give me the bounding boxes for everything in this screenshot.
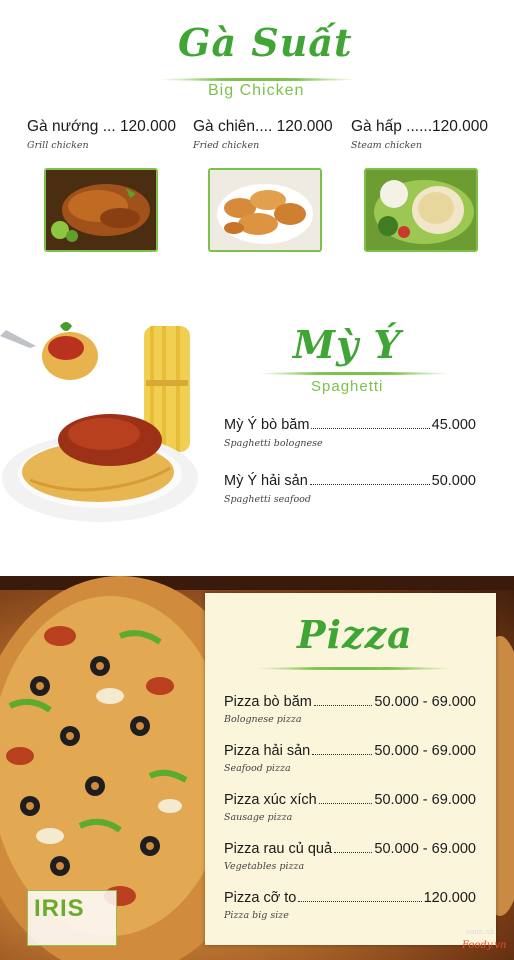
item-price: 120.000 [276,118,333,135]
item-price: 50.000 - 69.000 [374,792,476,808]
item-dots [311,427,430,429]
item-english-name: Spaghetti seafood [224,494,311,505]
item-price: 120.000 [119,118,176,135]
menu-item-bolognese-pizza: Pizza bò băm 50.000 - 69.000 Bolognese pi… [224,694,476,725]
chicken-subtitle: Big Chicken [208,82,305,99]
item-english-name: Grill chicken [27,140,89,151]
menu-item-steam-chicken: Gà hấp ......120.000 Steam chicken [351,118,511,151]
item-english-name: Steam chicken [351,140,422,151]
item-price: 50.000 - 69.000 [374,694,476,710]
menu-item-spaghetti-seafood: Mỳ Ý hải sản 50.000 Spaghetti seafood [224,473,476,505]
item-english-name: Vegetables pizza [224,861,305,872]
steam-chicken-photo [364,168,478,252]
menu-item-fried-chicken: Gà chiên.... 120.000 Fried chicken [193,118,353,151]
item-name: Pizza hải sản [224,743,311,759]
spaghetti-title-underline [258,372,450,375]
foody-watermark-logo: Foody.vn [462,940,507,951]
item-name: Gà chiên [193,118,256,135]
spaghetti-subtitle: Spaghetti [311,378,384,395]
item-dots [312,753,373,755]
item-price: 45.000 [431,417,476,433]
item-english-name: Sausage pizza [224,812,293,823]
item-name: Pizza cỡ to [224,890,297,906]
item-dots [318,802,373,804]
item-name: Mỳ Ý bò băm [224,417,310,433]
item-english-name: Bolognese pizza [224,714,302,725]
spaghetti-title: Mỳ Ý [293,322,402,367]
pizza-title-underline [256,667,452,670]
chicken-title-underline [160,78,356,81]
item-english-name: Seafood pizza [224,763,291,774]
item-price: 120.000 [423,890,476,906]
menu-item-seafood-pizza: Pizza hải sản 50.000 - 69.000 Seafood piz… [224,743,476,774]
menu-item-sausage-pizza: Pizza xúc xích 50.000 - 69.000 Sausage pi… [224,792,476,823]
item-price: 50.000 - 69.000 [374,743,476,759]
item-dots [298,900,422,902]
item-dots: .... [255,118,273,135]
item-dots [334,851,373,853]
item-dots [313,704,373,706]
fried-chicken-photo [208,168,322,252]
item-name: Pizza bò băm [224,694,312,710]
item-price: 50.000 [431,473,476,489]
item-dots [309,483,430,485]
item-dots: ...... [406,118,433,135]
iris-logo: IRIS [27,890,117,946]
menu-item-vegetables-pizza: Pizza rau củ quả 50.000 - 69.000 Vegetabl… [224,841,476,872]
menu-item-grill-chicken: Gà nướng ... 120.000 Grill chicken [27,118,187,151]
chicken-title: Gà Suất [178,20,353,65]
item-dots: ... [102,118,116,135]
item-price: 50.000 - 69.000 [374,841,476,857]
foody-watermark-user: oanh.nk [466,928,495,936]
pizza-title: Pizza [297,612,413,657]
item-english-name: Spaghetti bolognese [224,438,323,449]
item-name: Pizza xúc xích [224,792,317,808]
menu-item-big-size-pizza: Pizza cỡ to 120.000 Pizza big size [224,890,476,921]
iris-logo-text: IRIS [34,895,85,922]
menu-item-spaghetti-bolognese: Mỳ Ý bò băm 45.000 Spaghetti bolognese [224,417,476,449]
item-english-name: Pizza big size [224,910,289,921]
item-name: Mỳ Ý hải sản [224,473,308,489]
item-price: 120.000 [432,118,489,135]
item-name: Pizza rau củ quả [224,841,333,857]
grill-chicken-photo [44,168,158,252]
item-english-name: Fried chicken [193,140,260,151]
item-name: Gà hấp [351,118,402,135]
spaghetti-plate-illustration [0,322,198,522]
item-name: Gà nướng [27,118,99,135]
